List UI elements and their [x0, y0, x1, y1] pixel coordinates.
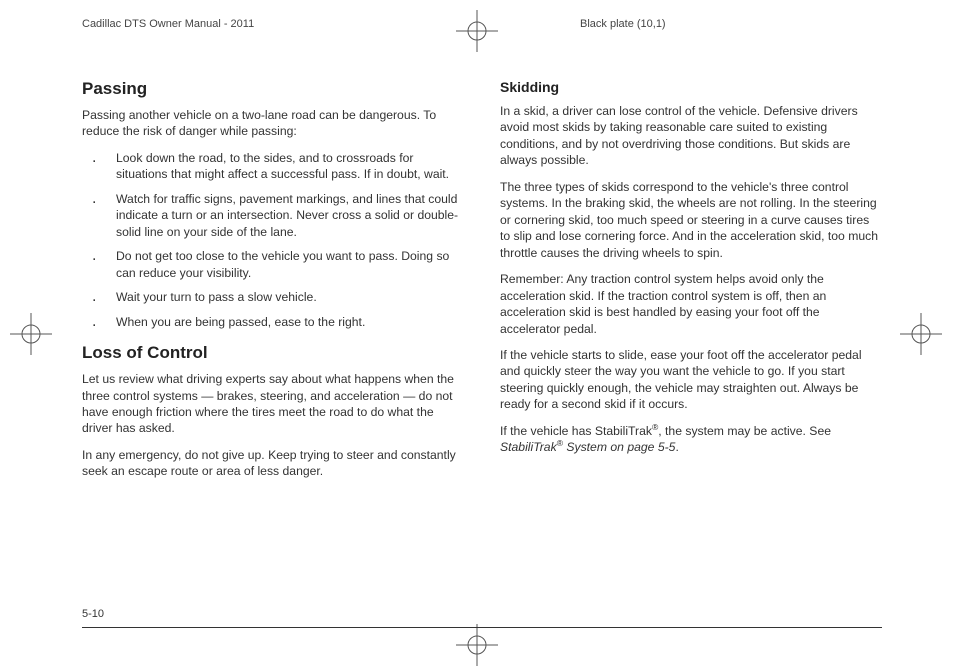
skidding-p4: If the vehicle starts to slide, ease you…	[500, 347, 882, 413]
registration-mark-top-icon	[456, 10, 498, 52]
content-columns: Passing Passing another vehicle on a two…	[82, 78, 882, 588]
footer-rule	[82, 627, 882, 628]
loss-p1: Let us review what driving experts say a…	[82, 371, 464, 437]
column-left: Passing Passing another vehicle on a two…	[82, 78, 464, 588]
registration-mark-right-icon	[900, 313, 942, 355]
page-number: 5-10	[82, 608, 104, 620]
xref-text: System on page 5-5	[563, 440, 675, 454]
skidding-p3: Remember: Any traction control system he…	[500, 271, 882, 337]
list-item: Do not get too close to the vehicle you …	[108, 248, 464, 281]
header-right-text: Black plate (10,1)	[580, 18, 666, 30]
registration-mark-bottom-icon	[456, 624, 498, 666]
footer: 5-10	[82, 627, 882, 628]
header: Cadillac DTS Owner Manual - 2011 Black p…	[0, 18, 954, 46]
page: Cadillac DTS Owner Manual - 2011 Black p…	[0, 0, 954, 668]
text: If the vehicle has StabiliTrak	[500, 424, 652, 438]
skidding-p2: The three types of skids correspond to t…	[500, 179, 882, 261]
passing-list: Look down the road, to the sides, and to…	[82, 150, 464, 330]
text: .	[675, 440, 678, 454]
registration-mark-left-icon	[10, 313, 52, 355]
skidding-p5: If the vehicle has StabiliTrak®, the sys…	[500, 423, 882, 456]
column-right: Skidding In a skid, a driver can lose co…	[500, 78, 882, 588]
loss-p2: In any emergency, do not give up. Keep t…	[82, 447, 464, 480]
list-item: When you are being passed, ease to the r…	[108, 314, 464, 330]
list-item: Wait your turn to pass a slow vehicle.	[108, 289, 464, 305]
heading-loss-of-control: Loss of Control	[82, 342, 464, 365]
header-left-text: Cadillac DTS Owner Manual - 2011	[82, 18, 254, 30]
text: , the system may be active. See	[658, 424, 831, 438]
list-item: Look down the road, to the sides, and to…	[108, 150, 464, 183]
heading-skidding: Skidding	[500, 78, 882, 97]
skidding-p1: In a skid, a driver can lose control of …	[500, 103, 882, 169]
heading-passing: Passing	[82, 78, 464, 101]
xref-text: StabiliTrak	[500, 440, 557, 454]
list-item: Watch for traffic signs, pavement markin…	[108, 191, 464, 240]
passing-intro: Passing another vehicle on a two-lane ro…	[82, 107, 464, 140]
